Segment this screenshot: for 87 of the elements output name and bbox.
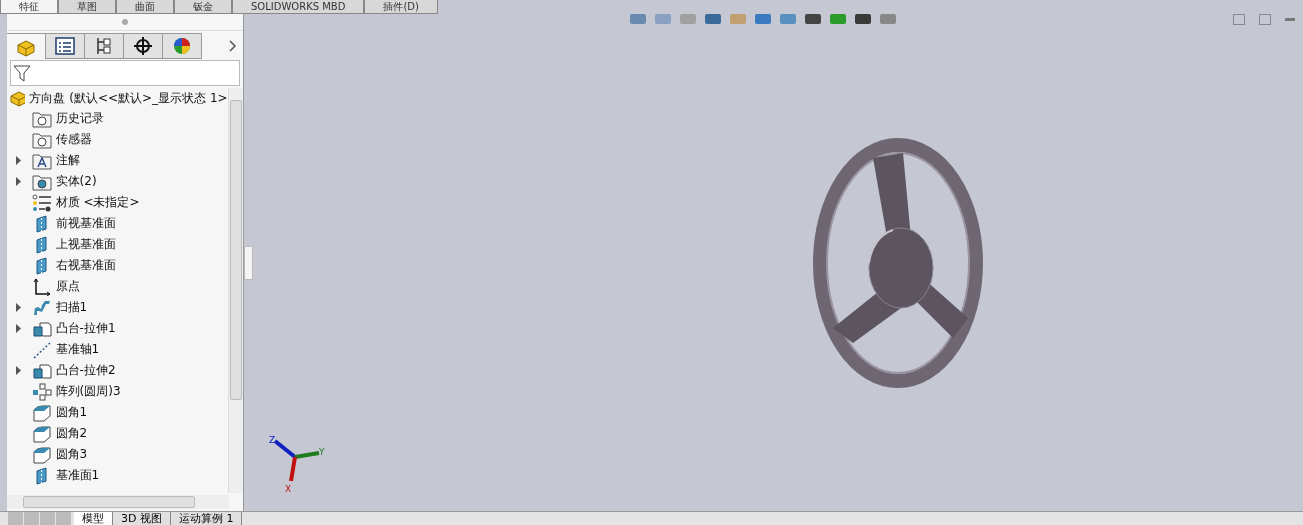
- command-tab[interactable]: 草图: [58, 0, 116, 14]
- tree-item[interactable]: 扫描1: [6, 297, 228, 318]
- tree-item[interactable]: 实体(2): [6, 171, 228, 192]
- list-icon: [53, 36, 76, 56]
- axis-icon: [31, 340, 52, 359]
- tree-item-label: 原点: [55, 278, 80, 295]
- panel-tab[interactable]: [84, 33, 124, 59]
- tree-item[interactable]: 原点: [6, 276, 228, 297]
- origin-axes-icon: [31, 277, 52, 296]
- command-tab[interactable]: 钣金: [174, 0, 232, 14]
- tree-item-label: 基准轴1: [55, 341, 100, 358]
- fillet-icon: [31, 445, 52, 464]
- tree-item-label: 圆角2: [55, 425, 88, 442]
- panel-right-icon[interactable]: [1259, 14, 1271, 25]
- tree-item[interactable]: 圆角3: [6, 444, 228, 465]
- toolbar-icon[interactable]: [802, 14, 824, 26]
- tree-item-label: 右视基准面: [55, 257, 116, 274]
- tree-item-label: 圆角1: [55, 404, 88, 421]
- command-tab[interactable]: SOLIDWORKS MBD: [232, 0, 365, 14]
- folder-icon: [31, 151, 52, 170]
- tree-item-label: 阵列(圆周)3: [55, 383, 121, 400]
- tree-item[interactable]: 历史记录: [6, 108, 228, 129]
- model-tab[interactable]: 3D 视图: [113, 512, 171, 525]
- panel-left-icon[interactable]: [1233, 14, 1245, 25]
- tree-item-label: 扫描1: [55, 299, 88, 316]
- tree-item[interactable]: 凸台-拉伸1: [6, 318, 228, 339]
- scrollbar-thumb[interactable]: [22, 496, 195, 508]
- tree-item-label: 基准面1: [55, 467, 100, 484]
- tree-item-label: 凸台-拉伸1: [55, 320, 116, 337]
- tree-item[interactable]: 圆角2: [6, 423, 228, 444]
- material-icon: [31, 193, 52, 212]
- pattern-icon: [31, 382, 52, 401]
- tree-item[interactable]: 前视基准面: [6, 213, 228, 234]
- expand-arrow-icon[interactable]: [15, 177, 22, 186]
- extrude-icon: [31, 361, 52, 380]
- tree-item-label: 上视基准面: [55, 236, 116, 253]
- sweep-icon: [31, 298, 52, 317]
- crosshair-icon: [131, 36, 154, 56]
- command-tab[interactable]: 插件(D): [364, 0, 438, 14]
- horizontal-scrollbar[interactable]: [6, 495, 229, 509]
- tree-item-label: 凸台-拉伸2: [55, 362, 116, 379]
- fillet-icon: [31, 403, 52, 422]
- y-axis-label: Y: [319, 447, 325, 457]
- command-tab[interactable]: 特征: [0, 0, 58, 14]
- command-tab[interactable]: 曲面: [116, 0, 174, 14]
- filter-field[interactable]: [9, 60, 240, 86]
- extrude-icon: [31, 319, 52, 338]
- folder-icon: [31, 172, 52, 191]
- part-icon: [8, 89, 26, 107]
- folder-icon: [31, 130, 52, 149]
- tree-item[interactable]: 基准面1: [6, 465, 228, 486]
- tree-item-label: 材质 <未指定>: [55, 194, 140, 211]
- vertical-scrollbar[interactable]: [227, 88, 243, 493]
- tree-item[interactable]: 阵列(圆周)3: [6, 381, 228, 402]
- tree-item[interactable]: 圆角1: [6, 402, 228, 423]
- tree-item-label: 前视基准面: [55, 215, 116, 232]
- expand-arrow-icon[interactable]: [15, 303, 22, 312]
- tree-item-label: 圆角3: [55, 446, 88, 463]
- model-tab[interactable]: 模型: [74, 512, 113, 525]
- panel-tab[interactable]: [123, 33, 163, 59]
- tree-item[interactable]: 基准轴1: [6, 339, 228, 360]
- tree-item[interactable]: 上视基准面: [6, 234, 228, 255]
- tree-item[interactable]: 材质 <未指定>: [6, 192, 228, 213]
- expand-arrow-icon[interactable]: [15, 156, 22, 165]
- tree-item[interactable]: 注解: [6, 150, 228, 171]
- folder-icon: [31, 109, 52, 128]
- tree-item[interactable]: 方向盘 (默认<<默认>_显示状态 1>: [6, 88, 228, 108]
- x-axis-label: X: [285, 484, 292, 493]
- fillet-icon: [31, 424, 52, 443]
- tree-item-label: 传感器: [55, 131, 92, 148]
- expand-arrow-icon[interactable]: [15, 366, 22, 375]
- scrollbar-thumb[interactable]: [229, 100, 242, 400]
- tree-item-label: 历史记录: [55, 110, 104, 127]
- filter-icon: [12, 64, 31, 82]
- tree-item-label: 注解: [55, 152, 80, 169]
- toolbar-icon[interactable]: [852, 14, 874, 26]
- z-axis-label: Z: [269, 435, 276, 445]
- tree-item[interactable]: 凸台-拉伸2: [6, 360, 228, 381]
- tree-item-label: 实体(2): [55, 173, 97, 190]
- toolbar-icon[interactable]: [702, 14, 724, 26]
- collapse-handle-icon[interactable]: [121, 19, 128, 25]
- expand-arrow-icon[interactable]: [15, 324, 22, 333]
- tree-item[interactable]: 右视基准面: [6, 255, 228, 276]
- model-tab[interactable]: 运动算例 1: [170, 512, 243, 525]
- tree-item-label: 方向盘 (默认<<默认>_显示状态 1>: [29, 89, 228, 107]
- splitter-handle[interactable]: [243, 245, 253, 280]
- tree-item[interactable]: 传感器: [6, 129, 228, 150]
